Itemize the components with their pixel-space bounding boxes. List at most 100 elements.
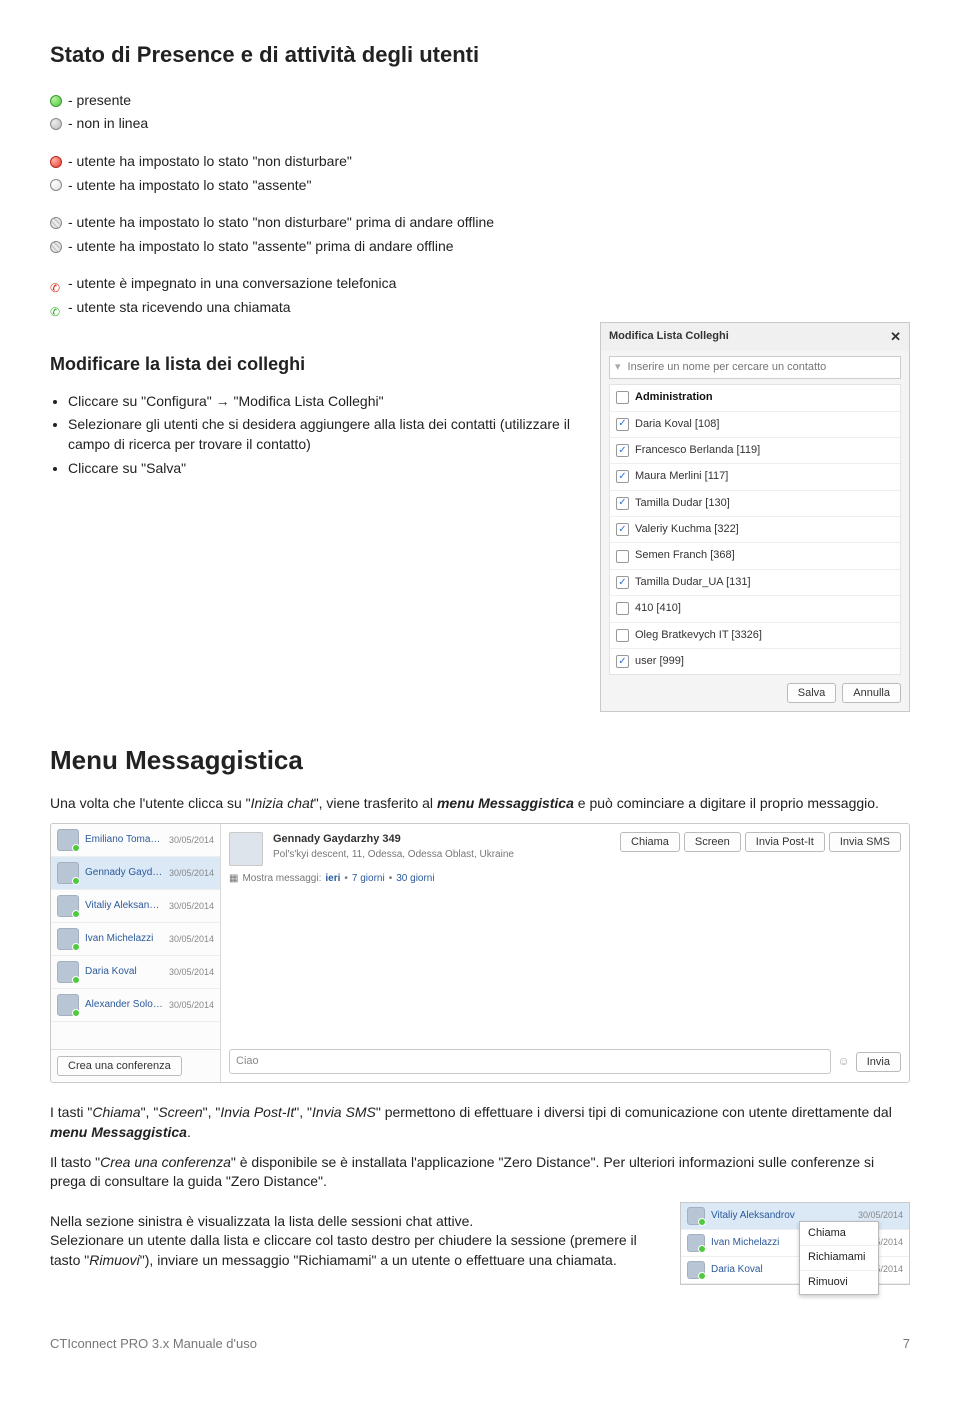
- calendar-icon: ▦: [229, 872, 238, 886]
- colleague-label: Francesco Berlanda [119]: [635, 443, 760, 458]
- avatar: [57, 895, 79, 917]
- text-away-off: - utente ha impostato lo stato "assente"…: [68, 237, 454, 257]
- checkbox[interactable]: [616, 391, 629, 404]
- chat-session-row[interactable]: Alexander Soloviov 30/05/2014: [51, 989, 220, 1022]
- colleague-label: Maura Merlini [117]: [635, 469, 728, 484]
- colleague-row[interactable]: Tamilla Dudar_UA [131]: [610, 570, 900, 596]
- chat-name: Alexander Soloviov: [85, 998, 163, 1012]
- screen-button[interactable]: Screen: [684, 832, 741, 852]
- colleague-row[interactable]: Administration: [610, 385, 900, 411]
- presence-dot-icon: [72, 844, 80, 852]
- checkbox[interactable]: [616, 418, 629, 431]
- colleague-row[interactable]: user [999]: [610, 649, 900, 674]
- colleague-label: Tamilla Dudar_UA [131]: [635, 575, 751, 590]
- contact-address: Pol's'kyi descent, 11, Odessa, Odessa Ob…: [273, 848, 610, 862]
- avatar: [57, 829, 79, 851]
- ctx-date: 5/2014: [875, 1263, 903, 1276]
- chat-name: Vitaliy Aleksandrov: [85, 899, 163, 913]
- text-offline: - non in linea: [68, 114, 148, 134]
- presence-icon-dnd-offline: [50, 217, 62, 229]
- send-sms-button[interactable]: Invia SMS: [829, 832, 901, 852]
- checkbox[interactable]: [616, 470, 629, 483]
- colleague-label: Tamilla Dudar [130]: [635, 496, 730, 511]
- section-title-messaging: Menu Messaggistica: [50, 742, 910, 778]
- checkbox[interactable]: [616, 576, 629, 589]
- colleague-label: Oleg Bratkevych IT [3326]: [635, 628, 762, 643]
- colleague-label: user [999]: [635, 654, 684, 669]
- colleague-row[interactable]: Maura Merlini [117]: [610, 464, 900, 490]
- colleague-label: Daria Koval [108]: [635, 417, 719, 432]
- presence-dot-icon: [72, 1009, 80, 1017]
- chat-session-row[interactable]: Vitaliy Aleksandrov 30/05/2014: [51, 890, 220, 923]
- checkbox[interactable]: [616, 602, 629, 615]
- ctx-remove[interactable]: Rimuovi: [800, 1271, 878, 1294]
- checkbox[interactable]: [616, 655, 629, 668]
- presence-icon-dnd: [50, 156, 62, 168]
- colleague-row[interactable]: Valeriy Kuchma [322]: [610, 517, 900, 543]
- chat-session-row[interactable]: Daria Koval30/05/2014: [51, 956, 220, 989]
- create-conference-button[interactable]: Crea una conferenza: [57, 1056, 182, 1076]
- colleague-row[interactable]: Semen Franch [368]: [610, 543, 900, 569]
- chat-date: 30/05/2014: [169, 999, 214, 1012]
- filter-7days[interactable]: 7 giorni: [352, 872, 385, 886]
- instr-2: Selezionare gli utenti che si desidera a…: [68, 415, 580, 454]
- save-button[interactable]: Salva: [787, 683, 837, 703]
- chat-date: 30/05/2014: [169, 900, 214, 913]
- colleague-row[interactable]: Oleg Bratkevych IT [3326]: [610, 623, 900, 649]
- instructions-list: Cliccare su "Configura" → "Modifica List…: [50, 392, 580, 478]
- emoji-icon[interactable]: ☺: [837, 1053, 849, 1070]
- checkbox[interactable]: [616, 444, 629, 457]
- text-busy: - utente è impegnato in una conversazion…: [68, 274, 396, 294]
- chat-date: 30/05/2014: [169, 867, 214, 880]
- colleague-list: Administration Daria Koval [108] Francesco…: [609, 384, 901, 675]
- chat-session-row[interactable]: Ivan Michelazzi30/05/2014: [51, 923, 220, 956]
- context-menu: Chiama Richiamami Rimuovi: [799, 1221, 879, 1295]
- cancel-button[interactable]: Annulla: [842, 683, 901, 703]
- presence-dot-icon: [698, 1218, 706, 1226]
- chat-name: Gennady Gaydarzhy: [85, 866, 163, 880]
- phone-icon-busy: [50, 278, 62, 290]
- footer-title: CTIconnect PRO 3.x Manuale d'uso: [50, 1335, 257, 1353]
- checkbox[interactable]: [616, 629, 629, 642]
- messaging-panel: Emiliano Tomasoni30/05/2014Gennady Gayda…: [50, 823, 910, 1083]
- section-title: Stato di Presence e di attività degli ut…: [50, 40, 910, 71]
- colleague-row[interactable]: Daria Koval [108]: [610, 412, 900, 438]
- search-input[interactable]: [626, 360, 895, 374]
- presence-icon-away: [50, 179, 62, 191]
- filter-30days[interactable]: 30 giorni: [396, 872, 434, 886]
- send-postit-button[interactable]: Invia Post-It: [745, 832, 825, 852]
- text-dnd: - utente ha impostato lo stato "non dist…: [68, 152, 352, 172]
- para-conference: Il tasto "Crea una conferenza" è disponi…: [50, 1153, 910, 1192]
- ctx-call[interactable]: Chiama: [800, 1222, 878, 1246]
- page-number: 7: [903, 1335, 910, 1353]
- colleague-label: Semen Franch [368]: [635, 548, 735, 563]
- checkbox[interactable]: [616, 497, 629, 510]
- avatar: [687, 1207, 705, 1225]
- instr-1: Cliccare su "Configura" → "Modifica List…: [68, 392, 580, 412]
- dialog-edit-colleagues: Modifica Lista Colleghi ✕ ▾ Administrati…: [600, 322, 910, 713]
- text-away: - utente ha impostato lo stato "assente": [68, 176, 311, 196]
- checkbox[interactable]: [616, 550, 629, 563]
- colleague-row[interactable]: 410 [410]: [610, 596, 900, 622]
- presence-dot-icon: [72, 877, 80, 885]
- avatar: [57, 928, 79, 950]
- checkbox[interactable]: [616, 523, 629, 536]
- message-area: [229, 892, 901, 1043]
- colleague-label: 410 [410]: [635, 601, 681, 616]
- chat-date: 30/05/2014: [169, 933, 214, 946]
- send-button[interactable]: Invia: [856, 1052, 901, 1072]
- message-input[interactable]: Ciao: [229, 1049, 831, 1074]
- message-filter: ▦ Mostra messaggi: ieri • 7 giorni • 30 …: [229, 872, 901, 886]
- call-button[interactable]: Chiama: [620, 832, 680, 852]
- chat-session-row[interactable]: Gennady Gaydarzhy 30/05/2014: [51, 857, 220, 890]
- filter-yesterday[interactable]: ieri: [325, 872, 340, 886]
- colleague-row[interactable]: Francesco Berlanda [119]: [610, 438, 900, 464]
- presence-icon-away-offline: [50, 241, 62, 253]
- messaging-intro: Una volta che l'utente clicca su "Inizia…: [50, 794, 910, 814]
- close-icon[interactable]: ✕: [890, 328, 901, 346]
- avatar: [229, 832, 263, 866]
- presence-dot-icon: [72, 976, 80, 984]
- ctx-callback[interactable]: Richiamami: [800, 1246, 878, 1270]
- colleague-row[interactable]: Tamilla Dudar [130]: [610, 491, 900, 517]
- chat-session-row[interactable]: Emiliano Tomasoni30/05/2014: [51, 824, 220, 857]
